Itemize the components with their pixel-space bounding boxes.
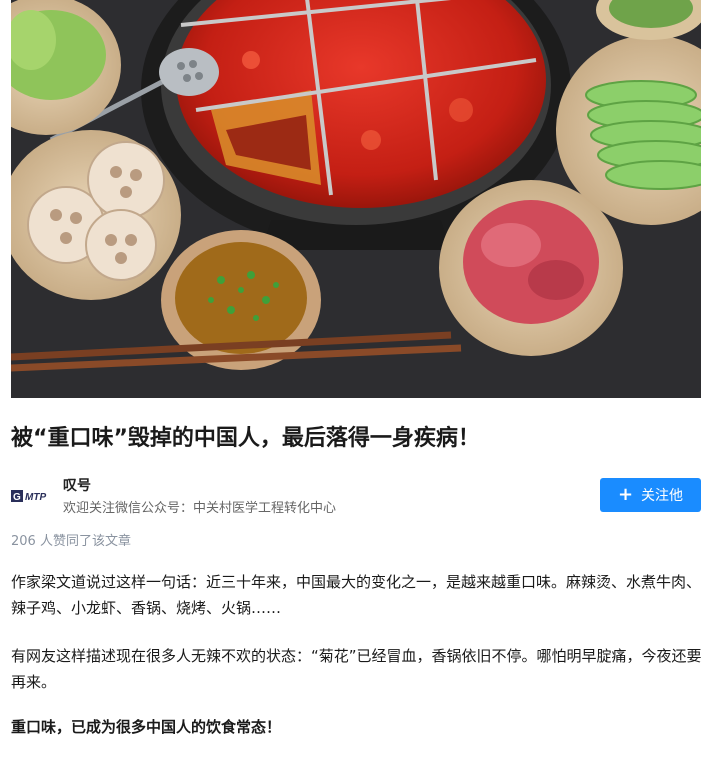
author-name[interactable]: 叹号 xyxy=(63,475,91,495)
svg-text:G: G xyxy=(13,492,21,503)
likes-count: 206 人赞同了该文章 xyxy=(11,534,131,549)
follow-button[interactable]: + 关注他 xyxy=(600,478,701,512)
paragraph: 作家梁文道说过这样一句话：近三十年来，中国最大的变化之一，是越来越重口味。麻辣烫… xyxy=(11,573,702,617)
follow-label: 关注他 xyxy=(641,488,684,504)
paragraph-bold: 重口味，已成为很多中国人的饮食常态！ xyxy=(11,718,282,736)
author-description: 欢迎关注微信公众号：中关村医学工程转化中心 xyxy=(63,501,337,516)
article-page: 被“重口味”毁掉的中国人，最后落得一身疾病！ G MTP 叹号 欢迎关注微信公众… xyxy=(0,0,723,760)
svg-text:MTP: MTP xyxy=(25,492,46,503)
hero-image xyxy=(11,0,701,398)
plus-icon: + xyxy=(617,484,634,505)
paragraph: 有网友这样描述现在很多人无辣不欢的状态：“菊花”已经冒血，香锅依旧不停。哪怕明早… xyxy=(11,647,702,691)
article-title: 被“重口味”毁掉的中国人，最后落得一身疾病！ xyxy=(11,426,480,451)
author-logo[interactable]: G MTP xyxy=(11,488,53,504)
